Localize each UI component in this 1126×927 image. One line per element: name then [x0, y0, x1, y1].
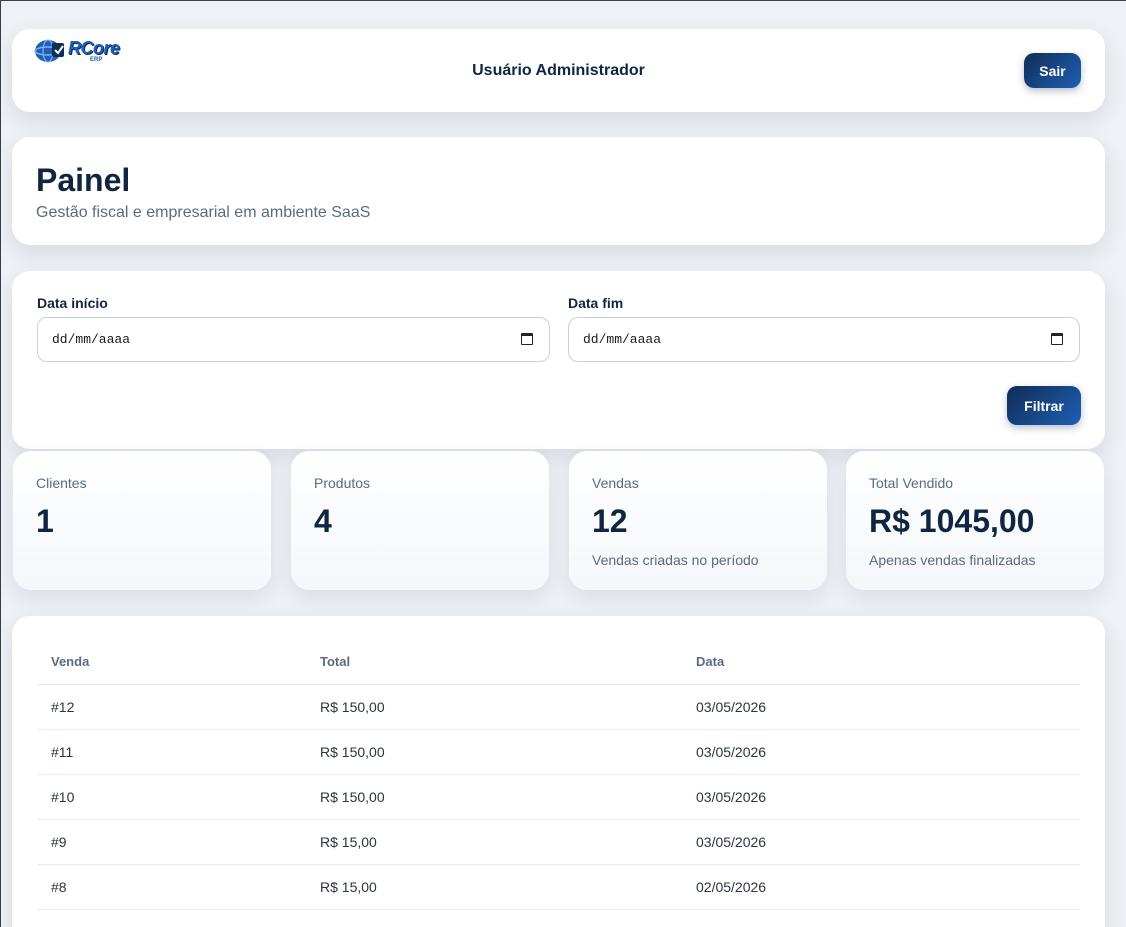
rcore-logo[interactable]: RCore ERP	[34, 35, 124, 65]
sale-total: R$ 15,00	[306, 819, 682, 865]
stat-card-produtos: Produtos 4	[291, 451, 549, 590]
sale-id: #7	[37, 909, 306, 927]
end-date-label: Data fim	[568, 295, 624, 311]
end-date-input[interactable]: dd/mm/aaaa	[568, 317, 1080, 362]
filter-card: Data início dd/mm/aaaa Data fim dd/mm/aa…	[12, 271, 1105, 449]
logout-button[interactable]: Sair	[1024, 53, 1081, 88]
sales-table: Venda Total Data #12 R$ 150,00 03/05/202…	[37, 640, 1080, 927]
top-header: RCore ERP Usuário Administrador Sair	[12, 29, 1105, 112]
logo-icon	[34, 39, 64, 63]
page-title-card: Painel Gestão fiscal e empresarial em am…	[12, 137, 1105, 245]
stat-value: 1	[36, 503, 54, 539]
sale-date: 01/05/2026	[682, 909, 1080, 927]
column-header-data: Data	[682, 640, 1080, 685]
end-date-placeholder: dd/mm/aaaa	[583, 332, 662, 347]
sales-table-card: Venda Total Data #12 R$ 150,00 03/05/202…	[12, 616, 1105, 927]
start-date-placeholder: dd/mm/aaaa	[52, 332, 131, 347]
stat-label: Vendas	[592, 475, 639, 491]
sale-id: #12	[37, 684, 306, 730]
stat-card-clientes: Clientes 1	[13, 451, 271, 590]
sale-date: 03/05/2026	[682, 684, 1080, 730]
sale-id: #10	[37, 774, 306, 820]
sale-total: R$ 15,00	[306, 864, 682, 910]
stat-value: 12	[592, 503, 628, 539]
column-header-venda: Venda	[37, 640, 306, 685]
filter-button[interactable]: Filtrar	[1007, 386, 1081, 425]
stat-card-total-vendido: Total Vendido R$ 1045,00 Apenas vendas f…	[846, 451, 1104, 590]
sale-date: 03/05/2026	[682, 729, 1080, 775]
sale-id: #11	[37, 729, 306, 775]
table-row[interactable]: #10 R$ 150,00 03/05/2026	[37, 774, 1080, 820]
table-row[interactable]: #9 R$ 15,00 03/05/2026	[37, 819, 1080, 865]
sale-total: R$ 150,00	[306, 774, 682, 820]
stat-note: Apenas vendas finalizadas	[869, 552, 1036, 568]
table-row[interactable]: #11 R$ 150,00 03/05/2026	[37, 729, 1080, 775]
sale-date: 03/05/2026	[682, 774, 1080, 820]
start-date-input[interactable]: dd/mm/aaaa	[37, 317, 550, 362]
stat-label: Clientes	[36, 475, 87, 491]
sale-total: R$ 150,00	[306, 729, 682, 775]
sale-total: R$ 150,00	[306, 909, 682, 927]
logo-text: RCore	[68, 38, 120, 58]
stat-value: R$ 1045,00	[869, 503, 1035, 539]
sale-date: 02/05/2026	[682, 864, 1080, 910]
table-row[interactable]: #8 R$ 15,00 02/05/2026	[37, 864, 1080, 910]
page-title: Painel	[36, 162, 131, 198]
stat-label: Produtos	[314, 475, 371, 491]
calendar-icon[interactable]	[521, 333, 533, 345]
sale-id: #9	[37, 819, 306, 865]
sale-date: 03/05/2026	[682, 819, 1080, 865]
stat-note: Vendas criadas no período	[592, 552, 759, 568]
sale-id: #8	[37, 864, 306, 910]
stat-value: 4	[314, 503, 332, 539]
table-row[interactable]: #12 R$ 150,00 03/05/2026	[37, 684, 1080, 730]
stat-label: Total Vendido	[869, 475, 954, 491]
sale-total: R$ 150,00	[306, 684, 682, 730]
table-header-row: Venda Total Data	[37, 640, 1080, 685]
table-row[interactable]: #7 R$ 150,00 01/05/2026	[37, 909, 1080, 927]
page-subtitle: Gestão fiscal e empresarial em ambiente …	[36, 204, 371, 221]
column-header-total: Total	[306, 640, 682, 685]
stat-card-vendas: Vendas 12 Vendas criadas no período	[569, 451, 827, 590]
user-name: Usuário Administrador	[472, 62, 645, 79]
calendar-icon[interactable]	[1051, 333, 1063, 345]
start-date-label: Data início	[37, 295, 108, 311]
